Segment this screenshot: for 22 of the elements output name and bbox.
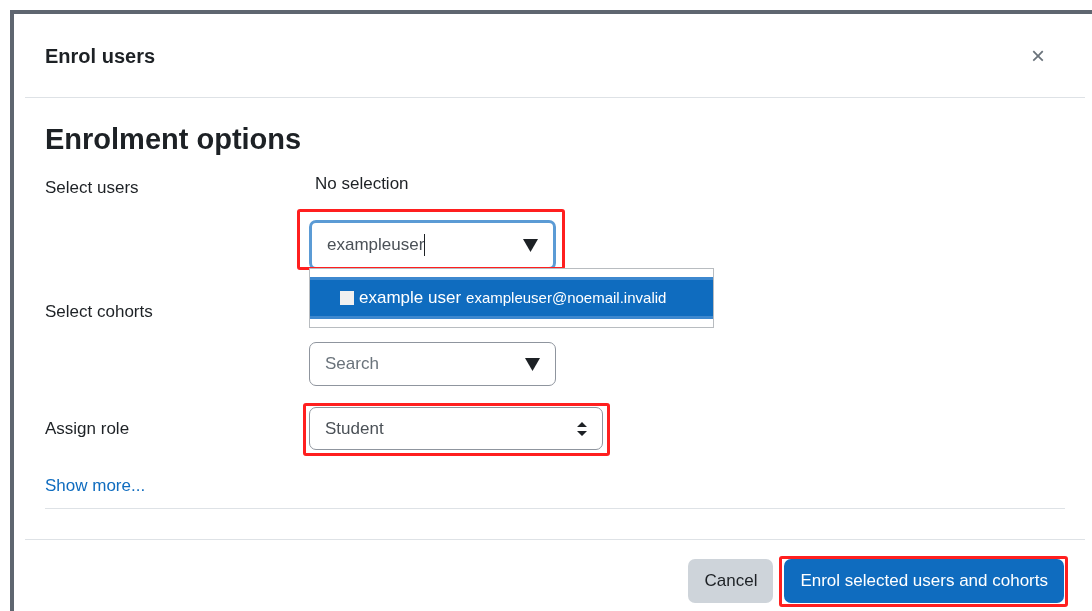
sort-icon [577,421,587,436]
suggestion-item[interactable]: example user exampleuser@noemail.invalid [310,277,713,319]
field-label: Assign role [45,417,131,440]
user-email: exampleuser@noemail.invalid [466,287,667,308]
selection-status: No selection [315,173,410,195]
user-icon [340,291,354,305]
field-label: Select cohorts [45,301,154,323]
caret-icon [523,238,538,252]
text-cursor [424,234,426,256]
placeholder-text: Search [325,353,379,376]
close-button[interactable]: × [1031,43,1045,68]
cancel-button[interactable]: Cancel [688,559,774,603]
caret-icon [525,357,540,371]
show-more-link[interactable]: Show more... [45,474,146,498]
role-select[interactable]: Student [309,407,603,450]
user-name: example user [359,287,462,310]
section-heading: Enrolment options [45,122,303,157]
enrol-button[interactable]: Enrol selected users and cohorts [784,559,1064,603]
field-label: Select users [45,177,140,199]
combobox-field[interactable]: Search [309,342,556,386]
input-text: exampleuser [327,234,425,257]
dialog-title: Enrol users [45,43,156,69]
